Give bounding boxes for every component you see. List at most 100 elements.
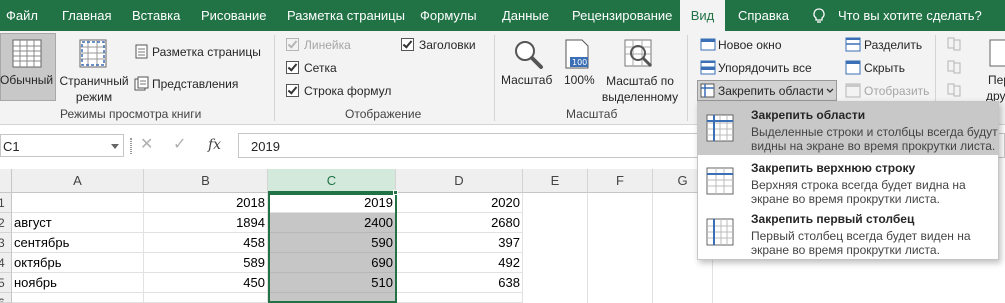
cell-c1[interactable]: 2019 xyxy=(268,193,396,213)
split-icon xyxy=(845,37,861,52)
fill-handle[interactable] xyxy=(393,190,398,195)
formula-bar-label: Строка формул xyxy=(304,84,392,98)
freeze-panes-menu: Закрепить области Выделенные строки и ст… xyxy=(697,101,999,260)
cell-d1[interactable]: 2020 xyxy=(396,193,523,213)
cell-b3[interactable]: 458 xyxy=(144,233,268,253)
tab-review[interactable]: Рецензирование xyxy=(572,0,672,31)
row-header[interactable]: 3 xyxy=(0,233,12,253)
page-layout-icon xyxy=(135,44,148,59)
show-group-label: Отображение xyxy=(345,107,422,121)
page-layout-button[interactable]: Разметка страницы xyxy=(152,45,261,59)
cell-d5[interactable]: 638 xyxy=(396,273,523,293)
name-box[interactable]: C1 xyxy=(0,134,124,157)
unhide-button[interactable]: Отобразить xyxy=(864,84,929,98)
cell-column-e[interactable] xyxy=(523,193,588,303)
insert-function-icon[interactable]: fx xyxy=(208,137,221,153)
column-header-a[interactable]: A xyxy=(12,169,144,193)
cell-column-f[interactable] xyxy=(588,193,653,303)
zoom-button[interactable]: Масштаб xyxy=(501,73,552,87)
tab-data[interactable]: Данные xyxy=(502,0,549,31)
cell-d3[interactable]: 397 xyxy=(396,233,523,253)
hide-icon xyxy=(845,60,861,75)
cell-d6[interactable] xyxy=(396,293,523,303)
zoom-100-button[interactable]: 100% xyxy=(564,73,595,87)
chevron-down-icon[interactable] xyxy=(111,144,119,149)
split-button[interactable]: Разделить xyxy=(864,38,922,52)
tab-page-layout[interactable]: Разметка страницы xyxy=(287,0,405,31)
cell-a5[interactable]: ноябрь xyxy=(12,273,144,293)
column-header-c[interactable]: C xyxy=(268,169,396,193)
tab-insert[interactable]: Вставка xyxy=(132,0,180,31)
freeze-panes-icon xyxy=(706,114,734,142)
cell-b2[interactable]: 1894 xyxy=(144,213,268,233)
tab-help[interactable]: Справка xyxy=(738,0,789,31)
ruler-checkbox[interactable] xyxy=(286,38,299,51)
tab-file[interactable]: Файл xyxy=(6,0,38,31)
cell-c5[interactable]: 510 xyxy=(268,273,396,293)
cell-d4[interactable]: 492 xyxy=(396,253,523,273)
cancel-icon[interactable]: ✕ xyxy=(140,137,153,153)
tab-formulas[interactable]: Формулы xyxy=(420,0,477,31)
cell-d2[interactable]: 2680 xyxy=(396,213,523,233)
views-group-label: Режимы просмотра книги xyxy=(60,107,202,121)
row-header[interactable]: 2 xyxy=(0,213,12,233)
menu-item-title: Закрепить верхнюю строку xyxy=(751,161,916,175)
cell-b6[interactable] xyxy=(144,293,268,303)
hide-button[interactable]: Скрыть xyxy=(864,61,905,75)
select-all-corner[interactable] xyxy=(0,169,12,193)
menu-item-freeze-panes[interactable]: Закрепить области Выделенные строки и ст… xyxy=(698,102,998,155)
switch-windows-icon xyxy=(989,39,1005,67)
menu-item-title: Закрепить первый столбец xyxy=(751,212,915,226)
ruler-label: Линейка xyxy=(304,38,351,52)
page-break-preview-button[interactable]: Страничный режим xyxy=(58,73,130,105)
gridlines-checkbox[interactable] xyxy=(286,61,299,74)
freeze-first-column-icon xyxy=(706,218,734,246)
unhide-icon xyxy=(845,83,861,98)
cell-a4[interactable]: октябрь xyxy=(12,253,144,273)
cell-c3[interactable]: 590 xyxy=(268,233,396,253)
cell-a1[interactable] xyxy=(12,193,144,213)
tab-view[interactable]: Вид xyxy=(680,0,725,31)
custom-views-icon xyxy=(134,76,149,91)
headings-checkbox[interactable] xyxy=(401,38,414,51)
grip-handle[interactable] xyxy=(130,138,132,154)
cell-a6[interactable] xyxy=(12,293,144,303)
tab-draw[interactable]: Рисование xyxy=(201,0,266,31)
row-header[interactable]: 4 xyxy=(0,253,12,273)
row-header[interactable]: 5 xyxy=(0,273,12,293)
menu-item-description: Выделенные строки и столбцы всегда будут xyxy=(751,125,998,139)
zoom-to-selection-button[interactable]: Масштаб по выделенному xyxy=(600,73,680,105)
cell-c4[interactable]: 690 xyxy=(268,253,396,273)
zoom-group-label: Масштаб xyxy=(566,107,618,121)
enter-icon[interactable]: ✓ xyxy=(173,137,186,153)
normal-view-icon xyxy=(12,39,42,68)
column-header-e[interactable]: E xyxy=(523,169,588,193)
cell-b5[interactable]: 450 xyxy=(144,273,268,293)
menu-item-freeze-first-column[interactable]: Закрепить первый столбец Первый столбец … xyxy=(698,207,998,259)
zoom-to-selection-icon xyxy=(624,39,653,68)
cell-c2[interactable]: 2400 xyxy=(268,213,396,233)
cell-a2[interactable]: август xyxy=(12,213,144,233)
custom-views-button[interactable]: Представления xyxy=(152,77,238,91)
menu-item-description: Первый столбец всегда будет виден на xyxy=(751,229,971,243)
new-window-button[interactable]: Новое окно xyxy=(718,38,782,52)
row-header[interactable]: 1 xyxy=(0,193,12,213)
cell-a3[interactable]: сентябрь xyxy=(12,233,144,253)
column-header-d[interactable]: D xyxy=(396,169,523,193)
cell-b1[interactable]: 2018 xyxy=(144,193,268,213)
cell-c6[interactable] xyxy=(268,293,396,303)
switch-windows-button[interactable]: Пер xyxy=(988,73,1005,87)
separator xyxy=(274,35,275,121)
column-header-f[interactable]: F xyxy=(588,169,653,193)
tab-home[interactable]: Главная xyxy=(62,0,111,31)
row-header[interactable]: 6 xyxy=(0,293,12,303)
gridlines-label: Сетка xyxy=(304,61,337,75)
formula-bar-checkbox[interactable] xyxy=(286,84,299,97)
cell-b4[interactable]: 589 xyxy=(144,253,268,273)
tell-me-search[interactable]: Что вы хотите сделать? xyxy=(838,0,982,31)
column-header-b[interactable]: B xyxy=(144,169,268,193)
menu-item-freeze-top-row[interactable]: Закрепить верхнюю строку Верхняя строка … xyxy=(698,156,998,207)
menu-item-description: Верхняя строка всегда будет видна на xyxy=(751,178,966,192)
freeze-panes-icon xyxy=(700,83,715,98)
arrange-all-button[interactable]: Упорядочить все xyxy=(718,61,812,75)
